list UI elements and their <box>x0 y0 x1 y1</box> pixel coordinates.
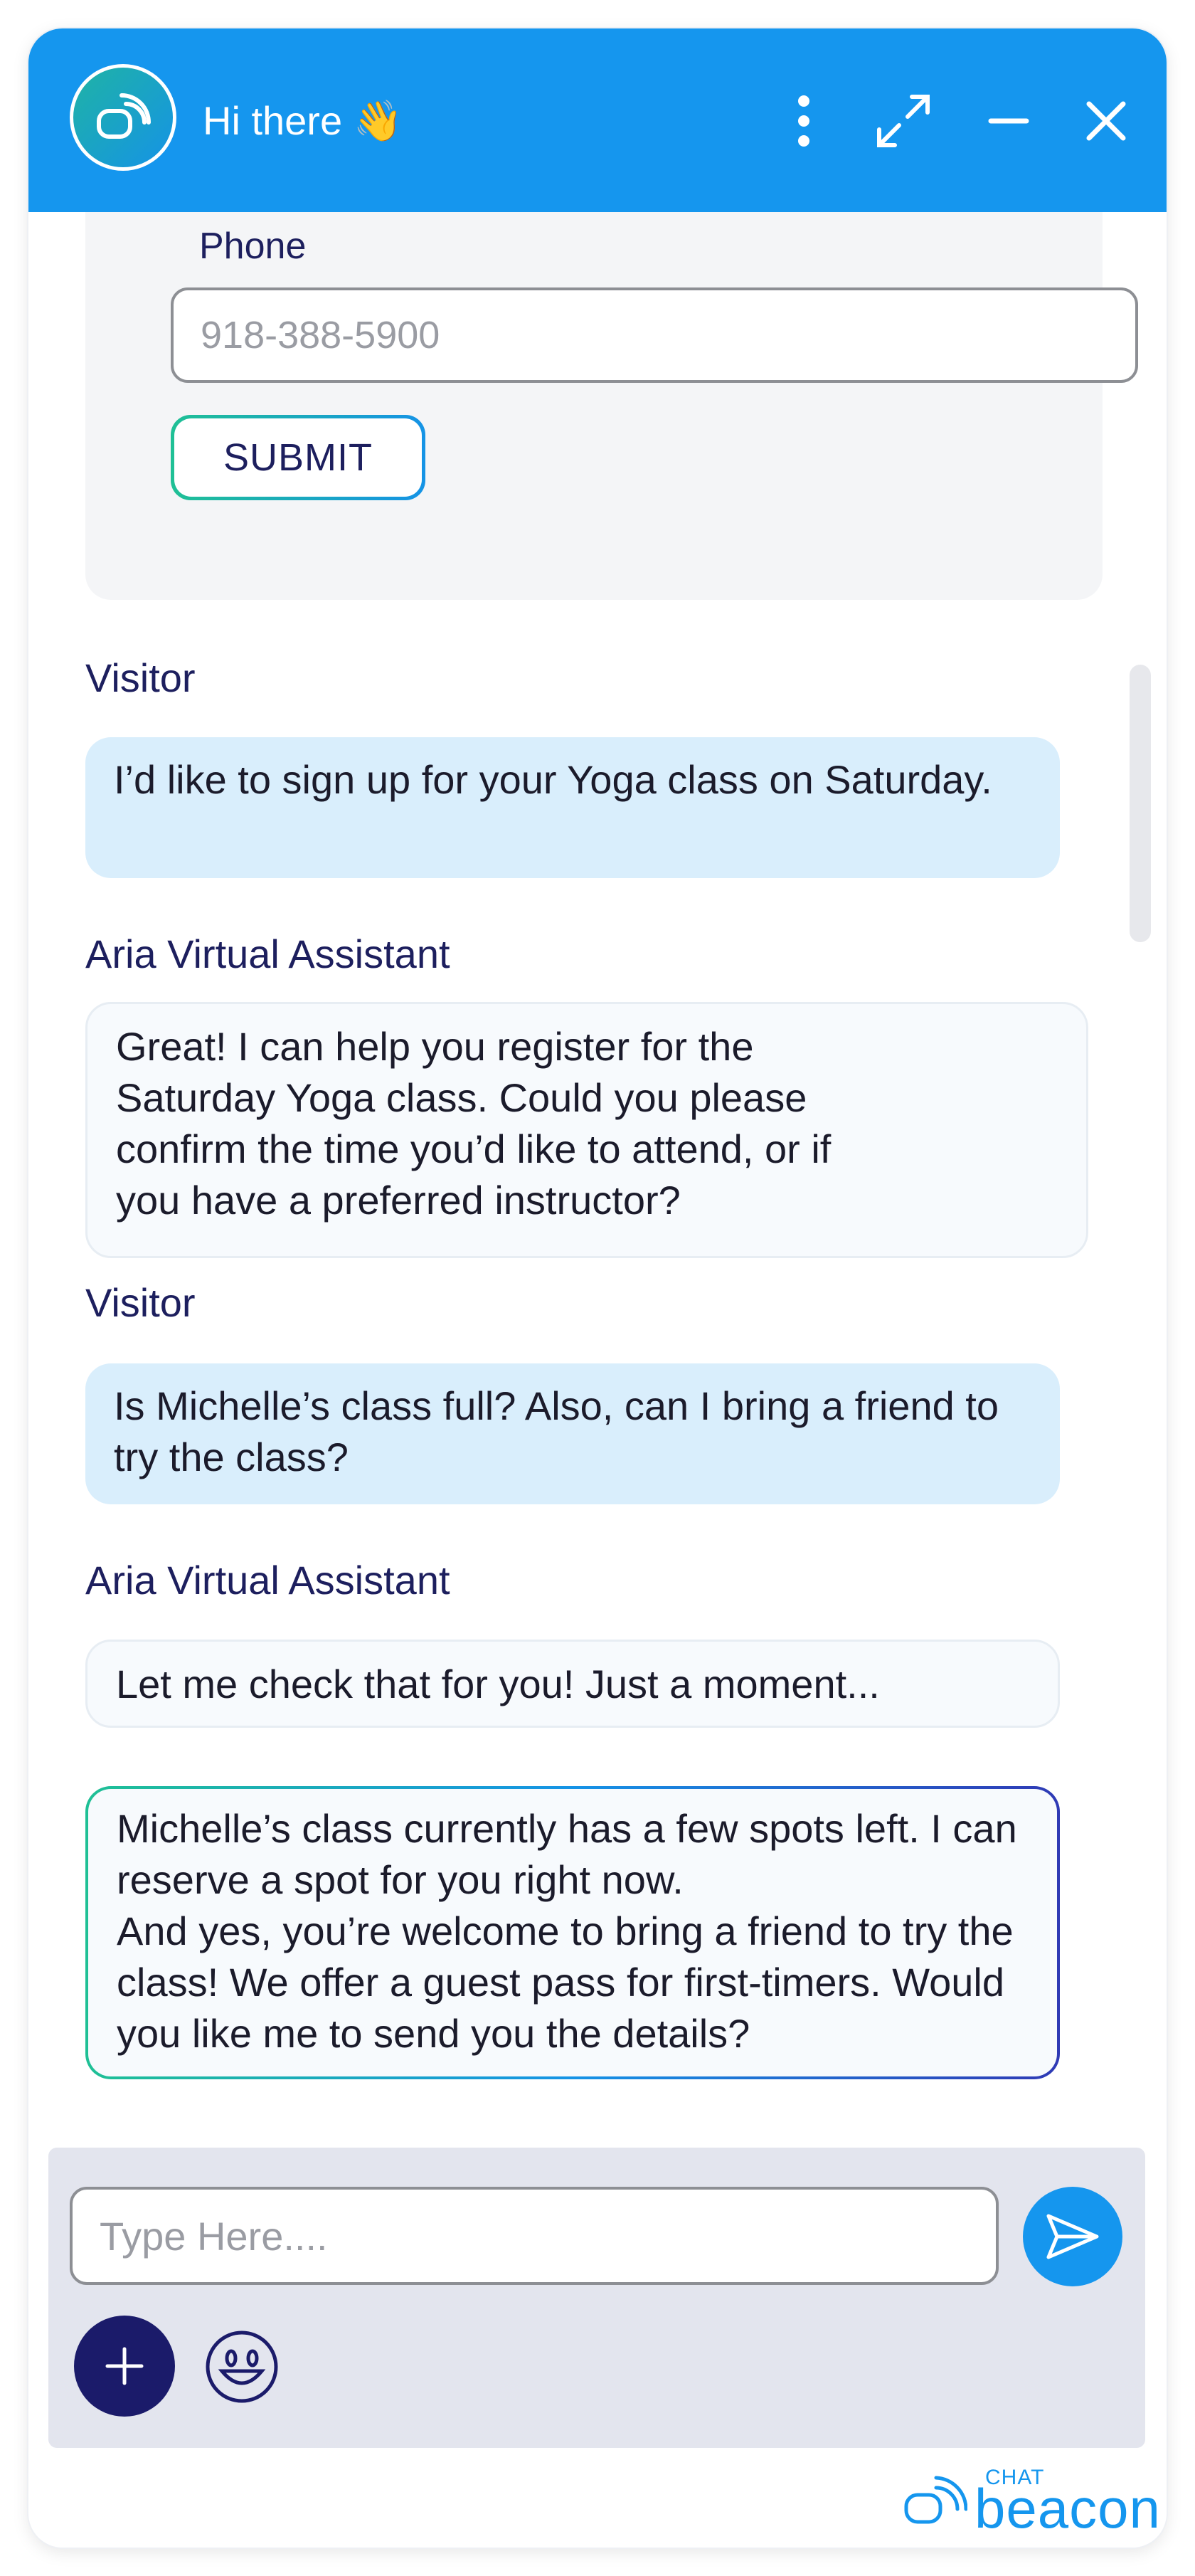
message-sender: Visitor <box>85 1280 196 1325</box>
conversation-area: Phone 918-388-5900 SUBMIT Visitor I’d li… <box>28 212 1167 2148</box>
emoji-icon <box>206 2330 278 2403</box>
message-sender: Aria Virtual Assistant <box>85 1558 450 1603</box>
more-vertical-icon[interactable] <box>775 93 832 149</box>
phone-label: Phone <box>199 226 307 267</box>
chat-header: Hi there 👋 <box>28 28 1167 212</box>
assistant-message-bubble: Great! I can help you register for the S… <box>85 1002 1088 1258</box>
contact-form-card: Phone 918-388-5900 SUBMIT <box>85 212 1138 600</box>
submit-button[interactable]: SUBMIT <box>171 415 425 500</box>
assistant-message-bubble: Let me check that for you! Just a moment… <box>85 1640 1060 1728</box>
close-icon[interactable] <box>1078 93 1135 149</box>
brand-logo-icon <box>904 2476 967 2524</box>
chat-widget: Hi there 👋 Phone 918-388-5900 SUBMIT Vis… <box>28 28 1167 2548</box>
composer-panel: Type Here.... <box>48 2148 1145 2448</box>
message-sender: Visitor <box>85 655 196 700</box>
plus-button[interactable] <box>74 2316 175 2417</box>
message-paragraph: And yes, you’re welcome to bring a frien… <box>117 1909 1014 2056</box>
message-input[interactable]: Type Here.... <box>70 2187 999 2285</box>
scrollbar[interactable] <box>1130 665 1151 942</box>
plus-icon <box>105 2347 144 2385</box>
send-button[interactable] <box>1023 2187 1122 2286</box>
chat-beacon-logo-icon <box>70 64 176 171</box>
chatbeacon-brand-logo: CHAT beacon <box>875 2462 1160 2540</box>
visitor-message-bubble: Is Michelle’s class full? Also, can I br… <box>85 1363 1060 1504</box>
assistant-highlight-message-bubble: Michelle’s class currently has a few spo… <box>85 1786 1060 2079</box>
send-icon <box>1046 2214 1099 2259</box>
minimize-icon[interactable] <box>980 93 1037 149</box>
message-sender: Aria Virtual Assistant <box>85 931 450 976</box>
message-paragraph: Michelle’s class currently has a few spo… <box>117 1806 1017 1902</box>
emoji-button[interactable] <box>205 2330 279 2404</box>
visitor-message-bubble: I’d like to sign up for your Yoga class … <box>85 737 1060 878</box>
brand-big-text: beacon <box>974 2477 1161 2540</box>
header-title: Hi there 👋 <box>203 98 403 143</box>
submit-button-label: SUBMIT <box>174 418 422 497</box>
phone-input[interactable]: 918-388-5900 <box>171 287 1138 383</box>
expand-icon[interactable] <box>875 93 932 149</box>
